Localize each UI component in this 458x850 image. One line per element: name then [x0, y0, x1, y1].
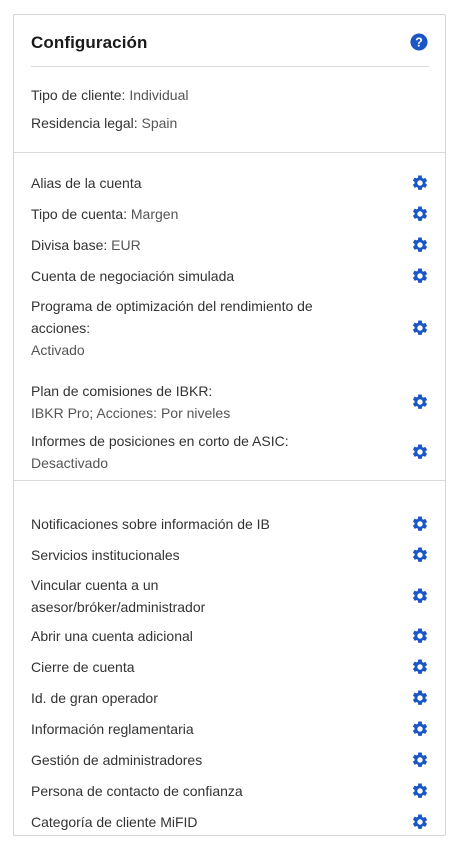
account-type-value: Margen — [130, 206, 179, 222]
gear-icon[interactable] — [411, 587, 429, 605]
panel-header: Configuración ? — [31, 15, 429, 67]
asic-short-label: Informes de posiciones en corto de ASIC: — [31, 433, 289, 449]
gear-icon[interactable] — [411, 515, 429, 533]
setting-row-base-currency: Divisa base: EUR — [31, 234, 429, 256]
setting-row-stock-yield: Programa de optimización del rendimiento… — [31, 295, 429, 361]
setting-row-mifid-category: Categoría de cliente MiFID — [31, 811, 429, 833]
legal-residence-label: Residencia legal: — [31, 115, 138, 131]
account-settings-section: Alias de la cuenta Tipo de cuenta: Marge… — [14, 153, 445, 481]
setting-row-paper-trading: Cuenta de negociación simulada — [31, 265, 429, 287]
setting-row-large-trader-id: Id. de gran operador — [31, 687, 429, 709]
gear-icon[interactable] — [411, 546, 429, 564]
client-type-value: Individual — [129, 87, 189, 103]
gear-icon[interactable] — [411, 174, 429, 192]
gear-icon[interactable] — [411, 267, 429, 285]
base-currency-value: EUR — [111, 237, 141, 253]
asic-short-value: Desactivado — [31, 455, 109, 471]
setting-row-account-type: Tipo de cuenta: Margen — [31, 203, 429, 225]
setting-row-administrators: Gestión de administradores — [31, 749, 429, 771]
gear-icon[interactable] — [411, 319, 429, 337]
legal-residence-line: Residencia legal: Spain — [31, 115, 177, 131]
setting-row-alias: Alias de la cuenta — [31, 172, 429, 194]
client-type-label: Tipo de cliente: — [31, 87, 126, 103]
setting-row-ib-notifications: Notificaciones sobre información de IB — [31, 513, 429, 535]
setting-row-open-additional: Abrir una cuenta adicional — [31, 625, 429, 647]
gear-icon[interactable] — [411, 236, 429, 254]
setting-row-institutional-services: Servicios institucionales — [31, 544, 429, 566]
stock-yield-label-line2: acciones: — [31, 320, 91, 336]
list-item-label: Servicios institucionales — [31, 547, 180, 563]
base-currency-label: Divisa base: — [31, 237, 108, 253]
list-item-label: Notificaciones sobre información de IB — [31, 516, 270, 532]
list-item-label: Vincular cuenta a un — [31, 577, 159, 593]
setting-row-trusted-contact: Persona de contacto de confianza — [31, 780, 429, 802]
account-type-label: Tipo de cuenta: — [31, 206, 127, 222]
list-item-label: Categoría de cliente MiFID — [31, 814, 198, 830]
setting-row-commission-plan: Plan de comisiones de IBKR: IBKR Pro; Ac… — [31, 380, 429, 424]
svg-text:?: ? — [415, 36, 423, 50]
page-title: Configuración — [31, 33, 148, 52]
paper-trading-label: Cuenta de negociación simulada — [31, 268, 235, 284]
setting-row-asic-short: Informes de posiciones en corto de ASIC:… — [31, 430, 429, 474]
list-item-label: Persona de contacto de confianza — [31, 783, 243, 799]
help-circle-icon[interactable]: ? — [410, 33, 428, 51]
gear-icon[interactable] — [411, 658, 429, 676]
list-item-label: Abrir una cuenta adicional — [31, 628, 193, 644]
list-item-label: Cierre de cuenta — [31, 659, 135, 675]
legal-residence-value: Spain — [141, 115, 178, 131]
alias-label: Alias de la cuenta — [31, 175, 142, 191]
setting-row-account-closure: Cierre de cuenta — [31, 656, 429, 678]
client-profile-section: Tipo de cliente: Individual Residencia l… — [14, 67, 445, 153]
gear-icon[interactable] — [411, 205, 429, 223]
list-item-label: Gestión de administradores — [31, 752, 203, 768]
gear-icon[interactable] — [411, 443, 429, 461]
gear-icon[interactable] — [411, 393, 429, 411]
commission-plan-label: Plan de comisiones de IBKR: — [31, 383, 213, 399]
gear-icon[interactable] — [411, 782, 429, 800]
setting-row-link-advisor: Vincular cuenta a un asesor/bróker/admin… — [31, 574, 429, 618]
gear-icon[interactable] — [411, 689, 429, 707]
gear-icon[interactable] — [411, 751, 429, 769]
commission-plan-value: IBKR Pro; Acciones: Por niveles — [31, 405, 231, 421]
gear-icon[interactable] — [411, 813, 429, 831]
settings-panel: Configuración ? Tipo de cliente: Individ… — [13, 14, 446, 836]
gear-icon[interactable] — [411, 720, 429, 738]
list-item-label: Id. de gran operador — [31, 690, 158, 706]
setting-row-regulatory-info: Información reglamentaria — [31, 718, 429, 740]
stock-yield-label-line1: Programa de optimización del rendimiento… — [31, 298, 313, 314]
list-item-label: asesor/bróker/administrador — [31, 599, 206, 615]
gear-icon[interactable] — [411, 627, 429, 645]
other-settings-section: Notificaciones sobre información de IB S… — [14, 481, 445, 835]
client-type-line: Tipo de cliente: Individual — [31, 87, 188, 103]
stock-yield-value: Activado — [31, 342, 85, 358]
list-item-label: Información reglamentaria — [31, 721, 194, 737]
